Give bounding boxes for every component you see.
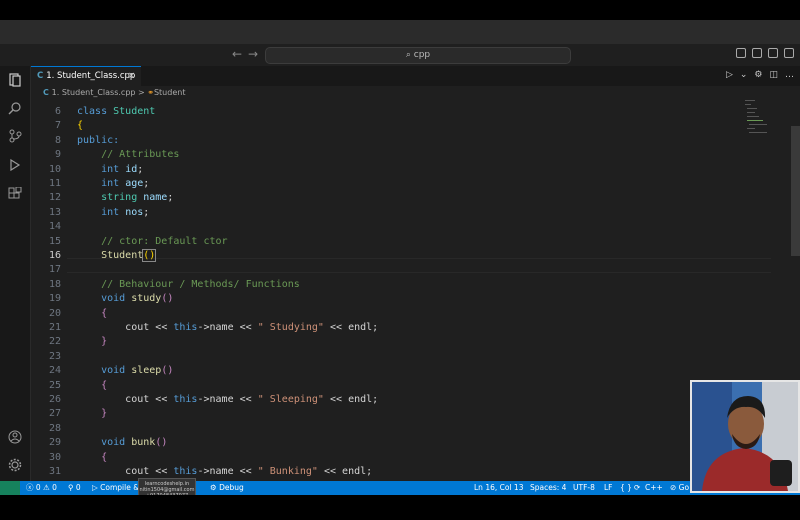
run-file-icon[interactable]: ▷ (726, 70, 733, 80)
code-line: 12 string name; (48, 192, 174, 204)
breadcrumb-cpp-icon: C (43, 88, 52, 97)
code-line: 25 { (48, 379, 108, 391)
code-line: 13 int nos; (48, 206, 150, 218)
code-line: 30 { (48, 451, 108, 463)
nav-arrows[interactable]: ←→ (232, 47, 264, 61)
extensions-icon[interactable] (7, 186, 23, 202)
go-live-button[interactable]: ⊘ Go (670, 481, 689, 495)
code-line: 26 cout << this->name << " Sleeping" << … (48, 394, 379, 405)
top-black-bar (0, 0, 800, 20)
code-line-current: 16 Student() (48, 249, 157, 262)
code-line: 15 // ctor: Default ctor (48, 235, 228, 247)
code-line: 28 (48, 422, 61, 434)
webcam-overlay (690, 380, 800, 493)
breadcrumb-separator: > (138, 88, 145, 97)
problems-status[interactable]: ⓧ 0 ⚠ 0 (26, 481, 57, 495)
breadcrumb-symbol[interactable]: Student (154, 88, 186, 97)
indentation-status[interactable]: Spaces: 4 (530, 481, 566, 495)
manage-gear-icon[interactable] (7, 457, 23, 473)
minimap[interactable] (743, 100, 783, 160)
code-line: 6 class Student (54, 106, 156, 117)
settings-gear-icon[interactable]: ⚙ (754, 70, 762, 80)
code-line: 10 int id; (48, 163, 144, 175)
more-actions-icon[interactable]: … (785, 70, 794, 80)
remote-indicator-icon[interactable] (0, 481, 20, 495)
code-line: 21 cout << this->name << " Studying" << … (48, 322, 379, 333)
macos-top-strip (0, 20, 800, 44)
bottom-black-bar (0, 495, 800, 520)
code-editor[interactable]: 6 class Student 7{ 8 public: 9 // Attribut… (31, 100, 771, 481)
editor-area: C 1. Student_Class.cpp × ▷ ⌄ ⚙ ◫ … C 1. S… (31, 66, 800, 481)
code-line: 18 // Behaviour / Methods/ Functions (48, 278, 300, 290)
title-bar: ←→ ⌕ cpp (0, 44, 800, 67)
split-editor-icon[interactable]: ◫ (769, 70, 778, 80)
code-line: 20 { (48, 307, 108, 319)
toggle-panel-icon[interactable] (752, 48, 762, 58)
code-line: 8 public: (54, 134, 120, 146)
language-mode[interactable]: C++ (645, 481, 663, 495)
customize-layout-icon[interactable] (784, 48, 794, 58)
compile-run-button[interactable]: ▷ Compile & (92, 481, 139, 495)
encoding-status[interactable]: UTF-8 (573, 481, 595, 495)
activity-bar (0, 66, 31, 481)
code-line: 19 void study() (48, 293, 174, 305)
search-sidebar-icon[interactable] (7, 100, 23, 116)
brackets-status[interactable]: { } (620, 481, 632, 495)
code-line: 14 (48, 221, 61, 233)
ports-status[interactable]: ⚲ 0 (68, 481, 81, 495)
code-line: 24 void sleep() (48, 365, 174, 377)
code-line: 7{ (54, 120, 84, 132)
code-line: 17 (48, 264, 61, 276)
editor-actions: ▷ ⌄ ⚙ ◫ … (726, 70, 794, 80)
code-line: 27 } (48, 408, 108, 420)
code-line: 11 int age; (48, 178, 150, 189)
close-tab-icon[interactable]: × (128, 67, 135, 85)
code-line: 9 // Attributes (54, 149, 180, 161)
run-debug-icon[interactable] (7, 157, 23, 173)
layout-controls (736, 48, 794, 58)
class-symbol-icon: ⚭ (147, 88, 154, 97)
cpp-file-icon: C (37, 71, 44, 81)
presenter-image (692, 382, 798, 491)
code-line: 22 } (48, 336, 108, 348)
code-line: 23 (48, 350, 61, 362)
toggle-secondary-sidebar-icon[interactable] (768, 48, 778, 58)
search-icon: ⌕ (405, 50, 414, 60)
source-control-icon[interactable] (7, 128, 23, 144)
code-line: 29 void bunk() (48, 437, 168, 449)
cursor-position[interactable]: Ln 16, Col 13 (474, 481, 523, 495)
tab-bar: C 1. Student_Class.cpp × ▷ ⌄ ⚙ ◫ … (31, 66, 800, 86)
vertical-scrollbar[interactable] (791, 126, 800, 256)
toggle-primary-sidebar-icon[interactable] (736, 48, 746, 58)
breadcrumb: C 1. Student_Class.cpp > ⚭Student (31, 86, 800, 100)
search-value: cpp (413, 50, 431, 60)
sync-icon[interactable]: ⟳ (634, 481, 640, 495)
eol-status[interactable]: LF (604, 481, 613, 495)
explorer-icon[interactable] (7, 72, 23, 88)
debug-button[interactable]: ⚙ Debug (210, 481, 244, 495)
account-icon[interactable] (7, 429, 23, 445)
tab-label: 1. Student_Class.cpp (46, 71, 136, 81)
run-dropdown-chevron-icon[interactable]: ⌄ (740, 70, 748, 80)
tab-student-class-cpp[interactable]: C 1. Student_Class.cpp × (31, 66, 141, 86)
status-bar: ⓧ 0 ⚠ 0 ⚲ 0 ▷ Compile & ⚙ Debug Ln 16, C… (0, 481, 800, 495)
breadcrumb-file[interactable]: 1. Student_Class.cpp (52, 88, 136, 97)
command-center-search[interactable]: ⌕ cpp (265, 47, 571, 64)
